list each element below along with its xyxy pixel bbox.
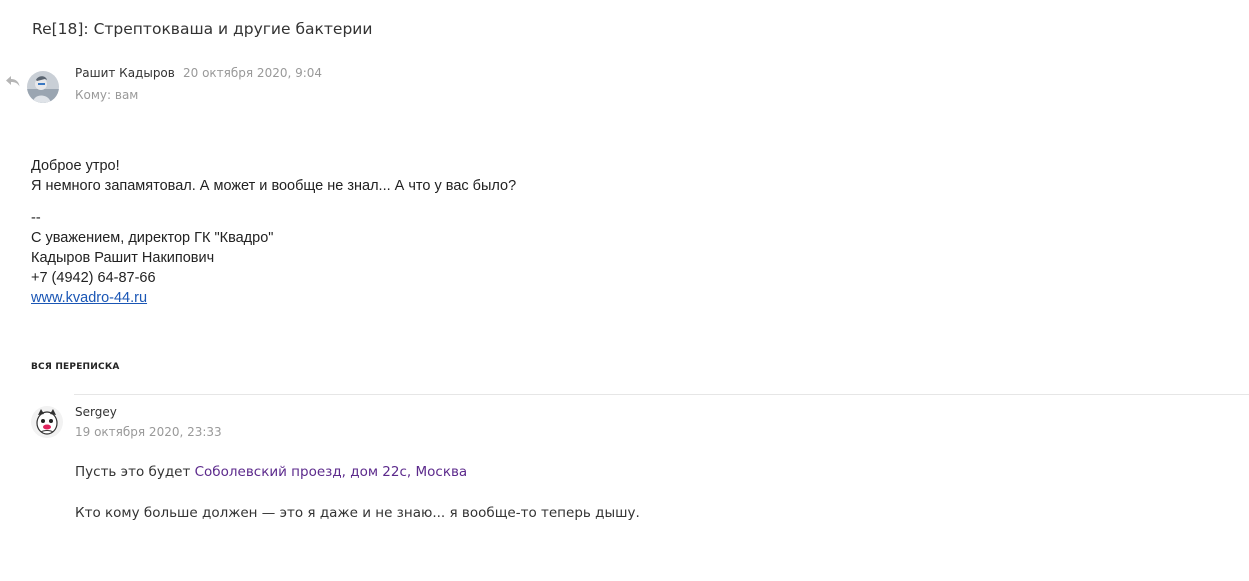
- email-subject: Re[18]: Стрептокваша и другие бактерии: [32, 20, 373, 38]
- reply-arrow-icon[interactable]: [5, 74, 21, 88]
- thread-sender-name[interactable]: Sergey: [75, 405, 117, 419]
- body-greeting: Доброе утро!: [31, 158, 120, 174]
- signature-phone: +7 (4942) 64-87-66: [31, 270, 156, 286]
- recipient-line[interactable]: Кому: вам: [75, 88, 138, 102]
- signature-name: Кадыров Рашит Накипович: [31, 250, 215, 266]
- thread-message-date: 19 октября 2020, 23:33: [75, 425, 222, 439]
- thread-message-line: Пусть это будет Соболевский проезд, дом …: [75, 464, 467, 480]
- message-date: 20 октября 2020, 9:04: [183, 66, 323, 80]
- thread-divider: [74, 394, 1249, 395]
- thread-header: ВСЯ ПЕРЕПИСКА: [31, 362, 120, 372]
- body-text: Я немного запамятовал. А может и вообще …: [31, 178, 517, 194]
- message-body: Доброе утро! Я немного запамятовал. А мо…: [31, 156, 516, 308]
- signature-separator: --: [31, 210, 41, 226]
- sender-name[interactable]: Рашит Кадыров: [75, 66, 175, 80]
- signature-title: С уважением, директор ГК "Квадро": [31, 230, 274, 246]
- thread-message-text: Кто кому больше должен — это я даже и не…: [75, 505, 640, 521]
- thread-sender-avatar[interactable]: [31, 406, 63, 438]
- address-link[interactable]: Соболевский проезд, дом 22с, Москва: [195, 464, 468, 480]
- sender-avatar[interactable]: [27, 71, 59, 103]
- thread-text-prefix: Пусть это будет: [75, 464, 195, 480]
- email-view: Re[18]: Стрептокваша и другие бактерии Р…: [0, 0, 1249, 581]
- signature-website-link[interactable]: www.kvadro-44.ru: [31, 290, 147, 306]
